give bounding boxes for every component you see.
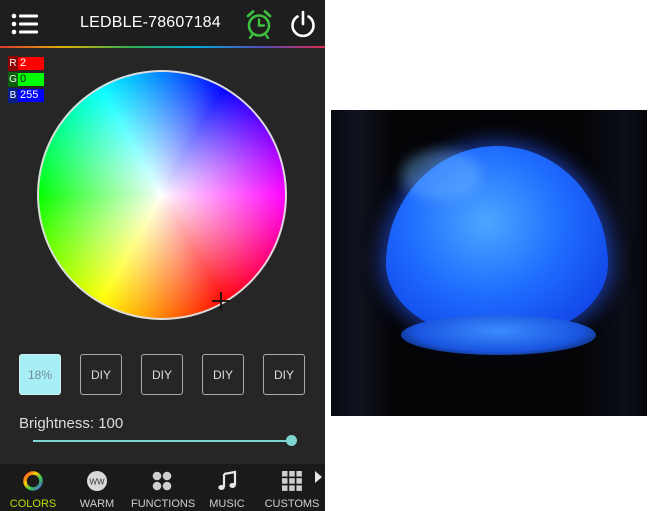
nav-tab-functions[interactable]: FUNCTIONS: [131, 464, 196, 511]
rgb-green-readout: G 0: [8, 72, 44, 87]
nav-tab-warm[interactable]: WW WARM: [72, 464, 122, 511]
ww-icon: WW: [87, 471, 107, 491]
crosshair-icon[interactable]: [211, 291, 231, 311]
alarm-clock-icon[interactable]: [244, 9, 274, 39]
chevron-right-icon[interactable]: [314, 471, 322, 483]
color-wheel[interactable]: [37, 70, 287, 320]
preset-button-2[interactable]: DIY: [80, 354, 122, 395]
header-divider: [0, 46, 325, 48]
music-note-icon: [218, 470, 237, 490]
preset-button-1[interactable]: 18%: [19, 354, 61, 395]
brightness-slider-track[interactable]: [33, 440, 291, 442]
blue-value: 255: [18, 89, 44, 102]
green-value: 0: [18, 73, 44, 86]
rgb-blue-readout: B 255: [8, 88, 44, 103]
red-value: 2: [18, 57, 44, 70]
nav-label: CUSTOMS: [264, 498, 320, 510]
bulb-photo: [331, 110, 647, 416]
preset-button-4[interactable]: DIY: [202, 354, 244, 395]
four-dots-icon: [152, 471, 172, 491]
nav-label: FUNCTIONS: [131, 498, 196, 510]
nav-label: COLORS: [9, 498, 57, 510]
nav-tab-colors[interactable]: COLORS: [5, 464, 61, 511]
app-screen: LEDBLE-78607184 R 2 G 0 B 255 18% DIY DI…: [0, 0, 325, 511]
grid-icon: [282, 471, 302, 491]
nav-tab-customs[interactable]: CUSTOMS: [262, 464, 322, 511]
top-app-bar: LEDBLE-78607184: [0, 0, 325, 48]
device-title: LEDBLE-78607184: [80, 14, 221, 31]
preset-button-5[interactable]: DIY: [263, 354, 305, 395]
brightness-slider-thumb[interactable]: [285, 435, 297, 446]
rgb-red-readout: R 2: [8, 56, 44, 71]
preset-button-3[interactable]: DIY: [141, 354, 183, 395]
nav-tab-music[interactable]: MUSIC: [204, 464, 250, 511]
bottom-navigation: COLORS WW WARM FUNCTIONS MUSIC CUSTOMS: [0, 464, 325, 511]
menu-icon[interactable]: [11, 13, 39, 35]
bulb-base: [401, 315, 596, 355]
nav-label: MUSIC: [209, 498, 245, 510]
svg-text:WW: WW: [89, 478, 105, 487]
brightness-label: Brightness: 100: [19, 415, 124, 432]
power-icon[interactable]: [288, 9, 318, 39]
color-ring-icon: [23, 471, 43, 491]
nav-label: WARM: [79, 498, 115, 510]
